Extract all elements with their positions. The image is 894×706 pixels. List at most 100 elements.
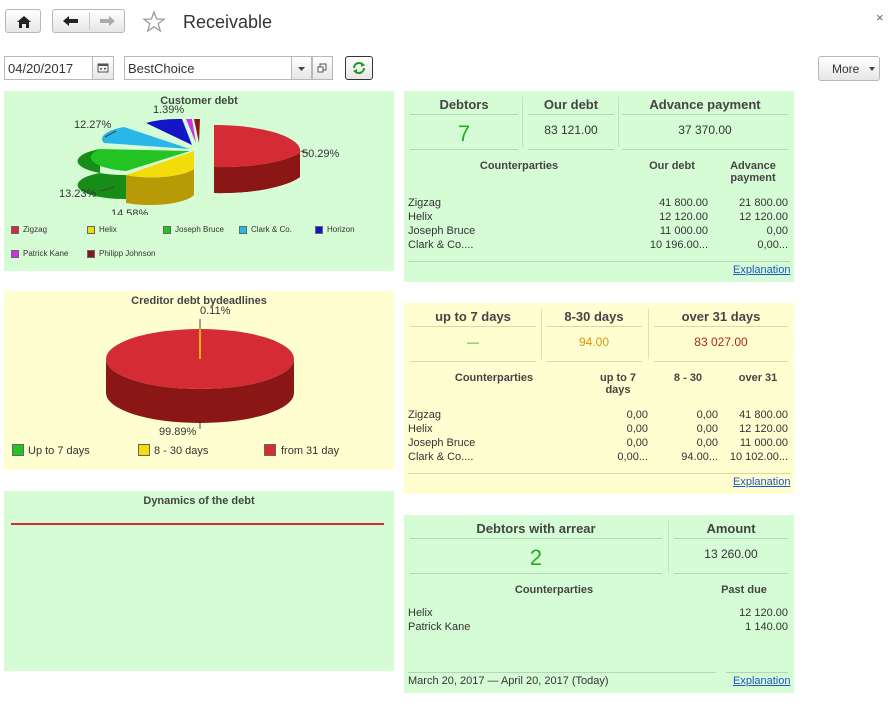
calendar-button[interactable] <box>92 56 114 80</box>
over-31-days-value[interactable]: 83 027.00 <box>654 335 788 349</box>
close-icon[interactable]: × <box>876 10 884 25</box>
pie-label: 0.11% <box>200 305 231 317</box>
star-icon[interactable] <box>142 10 166 34</box>
legend-label: Horizon <box>327 225 355 234</box>
pie-label: 1.39% <box>153 104 185 116</box>
refresh-button[interactable] <box>345 56 373 80</box>
advance-payment-header: Advance payment <box>649 97 761 112</box>
table-cell: Joseph Bruce <box>408 437 476 449</box>
chevron-down-icon <box>298 67 305 71</box>
company-dropdown-button[interactable] <box>291 56 312 80</box>
arrow-right-icon <box>100 16 115 26</box>
arrear-debtors-count[interactable]: 2 <box>410 545 662 571</box>
table-cell: 1 140.00 <box>745 621 788 633</box>
pie-label: 12.27% <box>74 119 112 131</box>
refresh-icon <box>353 62 365 74</box>
column-header: Our debt <box>649 160 695 172</box>
open-window-icon <box>317 63 327 73</box>
table-cell: 0,00 <box>626 423 648 435</box>
legend-swatch <box>315 226 323 234</box>
column-header: Counterparties <box>479 160 559 172</box>
home-icon <box>17 16 31 28</box>
creditor-pie <box>106 319 294 429</box>
debtors-count[interactable]: 7 <box>410 121 518 147</box>
period-text: March 20, 2017 — April 20, 2017 (Today) <box>408 675 609 687</box>
legend-label: 8 - 30 days <box>154 445 209 457</box>
table-cell: Clark & Co.... <box>408 451 474 463</box>
table-cell: 0,00 <box>766 225 788 237</box>
explanation-link[interactable]: Explanation <box>733 264 791 276</box>
chart-title: Dynamics of the debt <box>143 495 255 507</box>
customer-pie <box>77 118 309 206</box>
table-cell: Helix <box>408 211 433 223</box>
table-cell: Patrick Kane <box>408 621 471 633</box>
forward-button[interactable] <box>90 10 125 32</box>
pie-label: 14.58% <box>111 208 149 215</box>
table-cell: 12 120.00 <box>739 423 788 435</box>
arrear-panel: Debtors with arrear Amount 2 13 260.00 C… <box>404 515 794 693</box>
customer-debt-chart: Customer debt 50.29% 14.58% 13.23% 12.27… <box>4 91 394 271</box>
table-cell: 0,00 <box>696 437 718 449</box>
table-cell: 12 120.00 <box>739 211 788 223</box>
table-cell: 21 800.00 <box>739 197 788 209</box>
legend-swatch <box>12 444 24 456</box>
table-cell: Zigzag <box>408 409 442 421</box>
column-header: Counterparties <box>454 372 534 384</box>
legend-swatch <box>87 250 95 258</box>
table-cell: Clark & Co.... <box>408 239 474 251</box>
8-30-days-header: 8-30 days <box>564 309 624 324</box>
legend-swatch <box>87 226 95 234</box>
pie-label: 99.89% <box>159 426 197 435</box>
table-cell: 0,00 <box>696 409 718 421</box>
open-company-button[interactable] <box>312 56 333 80</box>
home-button[interactable] <box>5 9 41 33</box>
table-cell: Helix <box>408 423 433 435</box>
date-field[interactable]: 04/20/2017 <box>4 56 93 80</box>
up-to-7-days-header: up to 7 days <box>435 309 511 324</box>
table-cell: 41 800.00 <box>659 197 708 209</box>
table-cell: 12 120.00 <box>739 607 788 619</box>
company-field[interactable]: BestChoice <box>124 56 292 80</box>
legend-label: Helix <box>99 225 117 234</box>
8-30-days-value[interactable]: 94.00 <box>546 335 642 349</box>
legend-label: Patrick Kane <box>23 249 69 258</box>
column-header: Past due <box>721 584 767 596</box>
table-cell: 10 196.00... <box>649 239 708 251</box>
table-cell: 0,00... <box>617 451 648 463</box>
table-cell: Helix <box>408 607 433 619</box>
table-cell: 41 800.00 <box>739 409 788 421</box>
legend-swatch <box>138 444 150 456</box>
advance-payment-value: 37 370.00 <box>678 123 732 137</box>
arrow-left-icon <box>63 16 78 26</box>
explanation-link[interactable]: Explanation <box>733 675 791 687</box>
legend-label: Clark & Co. <box>251 225 292 234</box>
over-31-days-header: over 31 days <box>681 309 761 324</box>
dynamics-chart: Dynamics of the debt <box>4 491 394 671</box>
legend-swatch <box>239 226 247 234</box>
explanation-link[interactable]: Explanation <box>733 476 791 488</box>
chevron-down-icon <box>869 67 875 71</box>
amount-value: 13 260.00 <box>704 547 758 561</box>
our-debt-header: Our debt <box>543 97 599 112</box>
column-header: over 31 <box>738 372 778 384</box>
legend-swatch <box>264 444 276 456</box>
column-header: 8 - 30 <box>673 372 703 384</box>
table-cell: Joseph Bruce <box>408 225 476 237</box>
legend-label: from 31 day <box>281 445 340 457</box>
debtors-panel: Debtors Our debt Advance payment 7 83 12… <box>404 91 794 282</box>
up-to-7-days-value[interactable]: — <box>410 335 536 349</box>
table-cell: 11 000.00 <box>659 225 708 237</box>
pie-label: 13.23% <box>59 188 97 200</box>
debtors-header: Debtors <box>439 97 489 112</box>
table-cell: 0,00 <box>696 423 718 435</box>
more-button[interactable]: More <box>818 56 880 81</box>
our-debt-value: 83 121.00 <box>544 123 598 137</box>
legend-label: Up to 7 days <box>28 445 90 457</box>
back-button[interactable] <box>53 10 89 32</box>
deadlines-panel: up to 7 days 8-30 days over 31 days — 94… <box>404 303 794 494</box>
legend-swatch <box>163 226 171 234</box>
table-cell: 0,00 <box>626 437 648 449</box>
legend-swatch <box>11 250 19 258</box>
more-label: More <box>832 62 860 76</box>
pie-label: 50.29% <box>302 148 340 160</box>
